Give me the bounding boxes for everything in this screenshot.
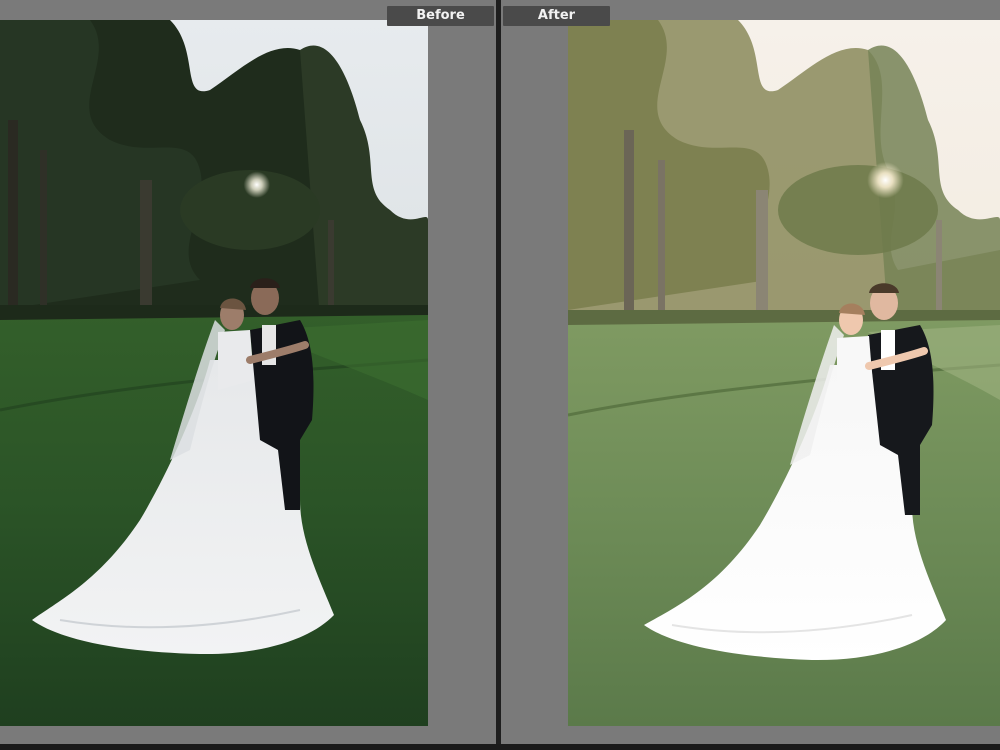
before-label: Before xyxy=(387,6,494,26)
after-label: After xyxy=(503,6,610,26)
before-photo xyxy=(0,20,428,726)
pane-divider[interactable] xyxy=(496,0,501,750)
after-photo xyxy=(568,20,1000,726)
bottom-bar xyxy=(0,744,1000,750)
